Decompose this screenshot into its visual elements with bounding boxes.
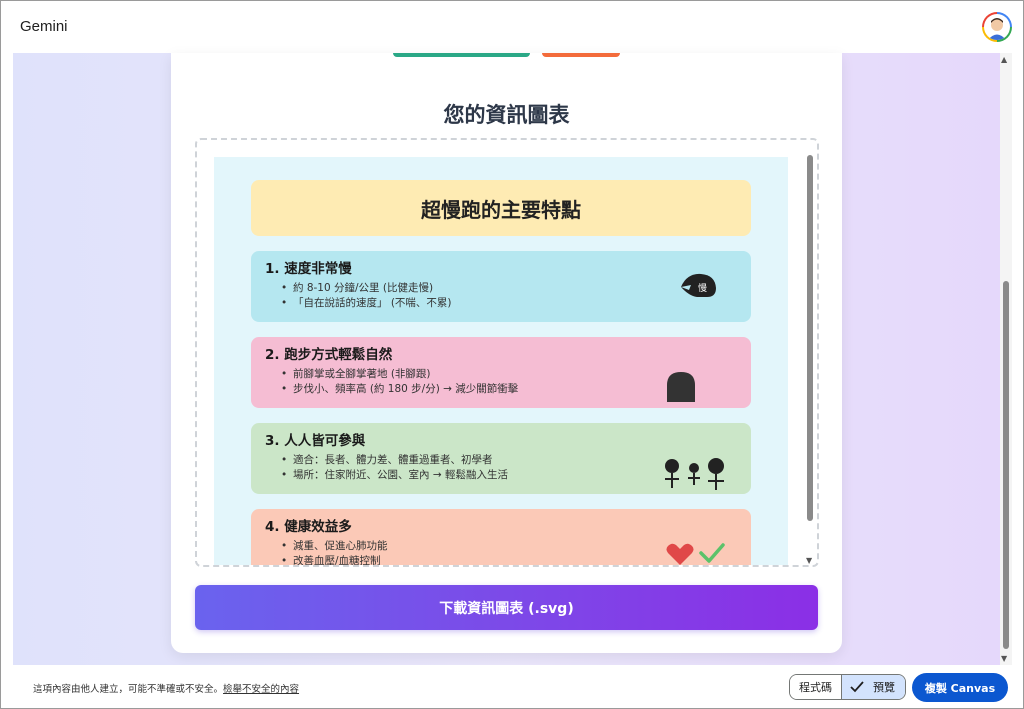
page-scrollbar[interactable]: ▲ ▼ [1000,53,1012,665]
page-title: 您的資訊圖表 [443,103,570,127]
avatar[interactable] [982,12,1012,42]
report-unsafe-link[interactable]: 檢舉不安全的內容 [223,684,299,695]
section-everyone: 3. 人人皆可參與 適合：長者、體力差、體重過重者、初學者 場所：住家附近、公園… [251,423,751,494]
scroll-down-icon[interactable]: ▼ [1001,654,1007,663]
check-icon [850,681,864,693]
shoe-icon [665,371,697,407]
section-title: 1. 速度非常慢 [265,261,352,277]
list-item: 約 8-10 分鐘/公里 (比健走慢) [281,281,452,296]
infographic-preview[interactable]: 超慢跑的主要特點 1. 速度非常慢 約 8-10 分鐘/公里 (比健走慢) 「自… [195,138,819,567]
heart-check-icon [665,541,727,565]
list-item: 步伐小、頻率高 (約 180 步/分) → 減少關節衝擊 [281,382,518,397]
preview-scrollbar[interactable]: ▼ [805,146,815,565]
turtle-shell-icon: 慢 [679,271,719,305]
section-title: 2. 跑步方式輕鬆自然 [265,347,393,363]
list-item: 改善血壓/血糖控制 [281,554,388,565]
person-icon [988,18,1006,40]
section-title: 3. 人人皆可參與 [265,433,366,449]
infographic-title: 超慢跑的主要特點 [251,180,751,236]
section-bullets: 減重、促進心肺功能 改善血壓/血糖控制 [281,539,388,565]
view-toggle: 程式碼 預覽 [789,674,906,700]
download-svg-button[interactable]: 下載資訊圖表 (.svg) [195,585,818,630]
list-item: 減重、促進心肺功能 [281,539,388,554]
list-item: 適合：長者、體力差、體重過重者、初學者 [281,453,508,468]
section-speed: 1. 速度非常慢 約 8-10 分鐘/公里 (比健走慢) 「自在說話的速度」 (… [251,251,751,322]
top-bar: Gemini [0,0,1024,53]
bottom-bar: 這項內容由他人建立，可能不準確或不安全。檢舉不安全的內容 程式碼 預覽 複製 C… [0,665,1024,709]
section-bullets: 前腳掌或全腳掌著地 (非腳跟) 步伐小、頻率高 (約 180 步/分) → 減少… [281,367,518,397]
code-tab[interactable]: 程式碼 [790,675,841,699]
avatar-image [984,14,1010,40]
section-bullets: 適合：長者、體力差、體重過重者、初學者 場所：住家附近、公園、室內 → 輕鬆融入… [281,453,508,483]
scroll-down-icon[interactable]: ▼ [806,556,812,565]
list-item: 「自在說話的速度」 (不喘、不累) [281,296,452,311]
reset-button-partial[interactable] [542,53,620,57]
infographic-canvas: 超慢跑的主要特點 1. 速度非常慢 約 8-10 分鐘/公里 (比健走慢) 「自… [214,157,788,565]
icon-label: 慢 [698,282,707,294]
preview-scrollbar-thumb[interactable] [807,155,813,521]
disclaimer-text: 這項內容由他人建立，可能不準確或不安全。 [33,684,224,695]
section-health: 4. 健康效益多 減重、促進心肺功能 改善血壓/血糖控制 [251,509,751,565]
copy-canvas-button[interactable]: 複製 Canvas [912,673,1008,702]
section-bullets: 約 8-10 分鐘/公里 (比健走慢) 「自在說話的速度」 (不喘、不累) [281,281,452,311]
generate-button-partial[interactable] [393,53,530,57]
list-item: 場所：住家附近、公園、室內 → 輕鬆融入生活 [281,468,508,483]
infographic-card: 您的資訊圖表 超慢跑的主要特點 1. 速度非常慢 約 8-10 分鐘/公里 (比… [171,53,842,653]
scroll-up-icon[interactable]: ▲ [1001,55,1007,64]
people-icon [663,455,729,495]
page-scrollbar-thumb[interactable] [1003,281,1009,649]
app-title: Gemini [20,18,68,35]
section-title: 4. 健康效益多 [265,519,352,535]
section-running-style: 2. 跑步方式輕鬆自然 前腳掌或全腳掌著地 (非腳跟) 步伐小、頻率高 (約 1… [251,337,751,408]
list-item: 前腳掌或全腳掌著地 (非腳跟) [281,367,518,382]
disclaimer: 這項內容由他人建立，可能不準確或不安全。檢舉不安全的內容 [33,681,299,695]
preview-tab-label: 預覽 [873,681,895,694]
preview-tab[interactable]: 預覽 [841,675,905,699]
